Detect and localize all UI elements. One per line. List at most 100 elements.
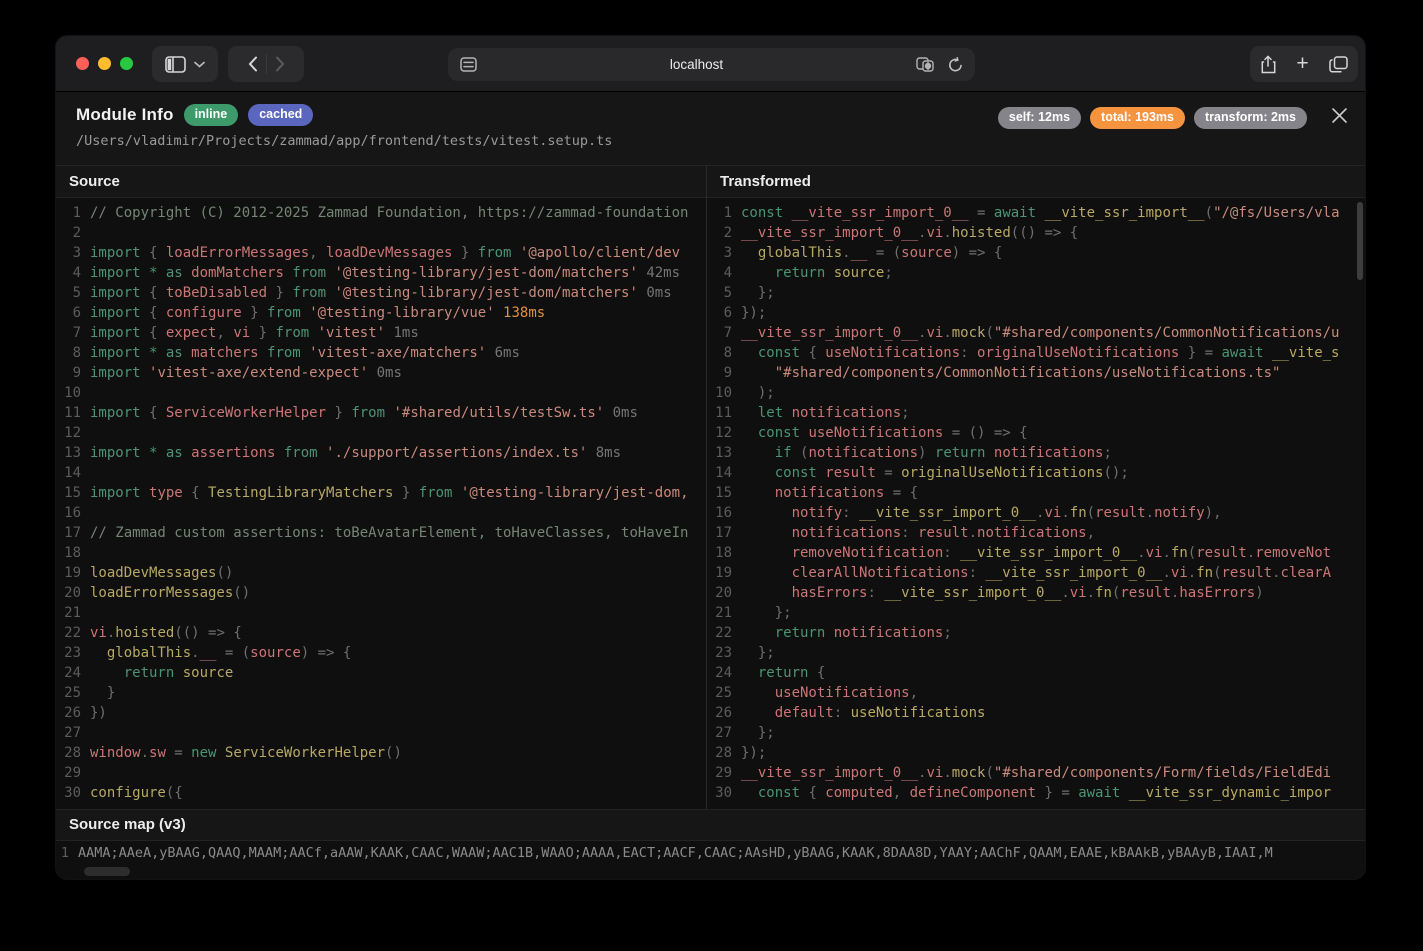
line-number: 7 [56, 323, 90, 343]
code-line: 15import type { TestingLibraryMatchers }… [56, 483, 706, 503]
line-number: 10 [56, 383, 90, 403]
code-line: 10 ); [707, 383, 1365, 403]
line-number: 17 [707, 523, 741, 543]
code-line: 27 [56, 723, 706, 743]
code-line: 26 default: useNotifications [707, 703, 1365, 723]
source-pane-title: Source [56, 166, 706, 198]
line-number: 14 [56, 463, 90, 483]
tabs-overview-icon[interactable] [1329, 56, 1348, 73]
line-number: 6 [707, 303, 741, 323]
code-line: 3import { loadErrorMessages, loadDevMess… [56, 243, 706, 263]
sourcemap-mappings: AAMA;AAeA,yBAAG,QAAQ,MAAM;AACf,aAAW,KAAK… [78, 841, 1273, 866]
cached-badge: cached [248, 104, 313, 126]
transform-timing-badge: transform: 2ms [1194, 107, 1307, 129]
transformed-pane: Transformed 1const __vite_ssr_import_0__… [707, 166, 1365, 809]
line-number: 2 [56, 223, 90, 243]
minimize-window-button[interactable] [98, 57, 111, 70]
line-number: 16 [56, 503, 90, 523]
line-number: 4 [707, 263, 741, 283]
code-line: 1const __vite_ssr_import_0__ = await __v… [707, 203, 1365, 223]
line-number: 30 [707, 783, 741, 803]
code-line: 2__vite_ssr_import_0__.vi.hoisted(() => … [707, 223, 1365, 243]
code-line: 22 return notifications; [707, 623, 1365, 643]
address-bar[interactable]: localhost $ [448, 48, 975, 81]
line-number: 14 [707, 463, 741, 483]
code-line: 7import { expect, vi } from 'vitest' 1ms [56, 323, 706, 343]
line-number: 21 [56, 603, 90, 623]
privacy-report-icon[interactable]: $ [916, 57, 936, 73]
line-number: 25 [56, 683, 90, 703]
sidebar-toggle-button[interactable] [152, 46, 218, 82]
line-number: 20 [707, 583, 741, 603]
close-button[interactable] [1329, 105, 1349, 125]
line-number: 13 [56, 443, 90, 463]
line-number: 10 [707, 383, 741, 403]
svg-text:$: $ [926, 63, 930, 70]
code-line: 28window.sw = new ServiceWorkerHelper() [56, 743, 706, 763]
code-line: 21 }; [707, 603, 1365, 623]
line-number: 27 [707, 723, 741, 743]
line-number: 28 [56, 743, 90, 763]
share-icon[interactable] [1260, 55, 1276, 74]
self-timing-badge: self: 12ms [998, 107, 1081, 129]
code-line: 25 useNotifications, [707, 683, 1365, 703]
code-line: 6}); [707, 303, 1365, 323]
line-number: 4 [56, 263, 90, 283]
code-line: 30configure({ [56, 783, 706, 803]
module-info-header: Module Info inline cached self: 12ms tot… [56, 92, 1365, 166]
line-number: 20 [56, 583, 90, 603]
code-line: 18 [56, 543, 706, 563]
back-button[interactable] [248, 56, 258, 72]
line-number: 17 [56, 523, 90, 543]
code-line: 24 return { [707, 663, 1365, 683]
code-line: 13import * as assertions from './support… [56, 443, 706, 463]
code-line: 23 globalThis.__ = (source) => { [56, 643, 706, 663]
code-line: 8import * as matchers from 'vitest-axe/m… [56, 343, 706, 363]
line-number: 26 [707, 703, 741, 723]
code-line: 27 }; [707, 723, 1365, 743]
line-number: 23 [707, 643, 741, 663]
code-line: 17 notifications: result.notifications, [707, 523, 1365, 543]
line-number: 18 [56, 543, 90, 563]
line-number: 3 [707, 243, 741, 263]
line-number: 9 [56, 363, 90, 383]
url-text[interactable]: localhost [477, 57, 916, 72]
code-line: 9import 'vitest-axe/extend-expect' 0ms [56, 363, 706, 383]
transformed-code-editor[interactable]: 1const __vite_ssr_import_0__ = await __v… [707, 198, 1365, 809]
line-number: 7 [707, 323, 741, 343]
toolbar-right-buttons: + [1250, 46, 1358, 82]
code-line: 17// Zammad custom assertions: toBeAvata… [56, 523, 706, 543]
code-line: 5import { toBeDisabled } from '@testing-… [56, 283, 706, 303]
line-number: 8 [707, 343, 741, 363]
line-number: 8 [56, 343, 90, 363]
line-number: 16 [707, 503, 741, 523]
line-number: 3 [56, 243, 90, 263]
module-file-path: /Users/vladimir/Projects/zammad/app/fron… [76, 133, 1345, 149]
line-number: 29 [56, 763, 90, 783]
line-number: 12 [707, 423, 741, 443]
horizontal-scrollbar-thumb[interactable] [84, 867, 130, 876]
line-number: 18 [707, 543, 741, 563]
code-line: 30 const { computed, defineComponent } =… [707, 783, 1365, 803]
code-line: 4import * as domMatchers from '@testing-… [56, 263, 706, 283]
forward-button[interactable] [275, 56, 285, 72]
code-line: 6import { configure } from '@testing-lib… [56, 303, 706, 323]
code-line: 16 notify: __vite_ssr_import_0__.vi.fn(r… [707, 503, 1365, 523]
code-line: 14 const result = originalUseNotificatio… [707, 463, 1365, 483]
code-line: 12 [56, 423, 706, 443]
code-line: 24 return source [56, 663, 706, 683]
source-code-editor[interactable]: 1// Copyright (C) 2012-2025 Zammad Found… [56, 198, 706, 809]
refresh-icon[interactable] [948, 57, 963, 73]
sourcemap-line-number: 1 [56, 841, 78, 866]
close-window-button[interactable] [76, 57, 89, 70]
plus-icon[interactable]: + [1296, 52, 1308, 76]
navigation-buttons [228, 46, 304, 82]
zoom-window-button[interactable] [120, 57, 133, 70]
reader-icon[interactable] [460, 57, 477, 72]
line-number: 21 [707, 603, 741, 623]
inline-badge: inline [184, 104, 239, 126]
chevron-down-icon [194, 61, 205, 68]
vertical-scrollbar-thumb[interactable] [1357, 202, 1363, 280]
code-line: 7__vite_ssr_import_0__.vi.mock("#shared/… [707, 323, 1365, 343]
code-line: 21 [56, 603, 706, 623]
